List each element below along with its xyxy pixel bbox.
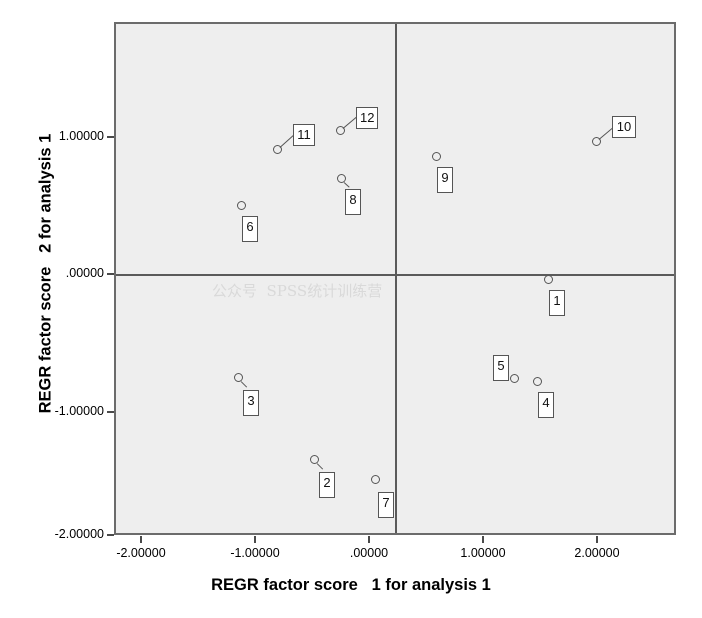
leader-line-3: [240, 381, 248, 388]
y-ticklabel-neg1: -1.00000: [54, 404, 104, 418]
y-ticklabel-neg2: -2.00000: [54, 527, 104, 541]
x-tick-0: [368, 536, 370, 543]
leader-line-8: [343, 182, 350, 188]
y-tick-1: [107, 136, 114, 138]
data-point-4[interactable]: [532, 376, 542, 386]
y-ticklabel-1: 1.00000: [58, 129, 104, 143]
point-label-11[interactable]: 11: [293, 124, 315, 146]
data-point-6[interactable]: [236, 200, 246, 210]
data-point-7[interactable]: [370, 474, 380, 484]
point-label-12[interactable]: 12: [356, 107, 378, 129]
y-ticklabel-0: .00000: [65, 266, 104, 280]
x-axis-title: REGR factor score 1 for analysis 1: [211, 576, 491, 594]
x-tick-2: [596, 536, 598, 543]
point-label-9[interactable]: 9: [437, 167, 453, 193]
watermark-text: 公众号 SPSS统计训练营: [212, 282, 383, 300]
y-tick-neg2: [107, 534, 114, 536]
point-label-3[interactable]: 3: [243, 390, 259, 416]
data-point-5[interactable]: [509, 373, 519, 383]
data-point-1[interactable]: [543, 274, 553, 284]
x-ticklabel-neg2: -2.00000: [116, 546, 166, 560]
y-tick-neg1: [107, 411, 114, 413]
y-tick-0: [107, 273, 114, 275]
point-label-5[interactable]: 5: [493, 355, 509, 381]
point-label-10[interactable]: 10: [612, 116, 636, 138]
x-tick-neg2: [140, 536, 142, 543]
reference-line-horizontal: [116, 274, 674, 276]
leader-line-2: [316, 463, 324, 470]
y-axis-title: REGR factor score 2 for analysis 1: [36, 133, 55, 414]
point-label-4[interactable]: 4: [538, 392, 554, 418]
x-ticklabel-2: 2.00000: [574, 546, 620, 560]
plot-area: 12 11 10 9 8 6 1 5 4 3 2 7 公众号 SPSS统计训练营: [114, 22, 676, 535]
x-tick-neg1: [254, 536, 256, 543]
x-ticklabel-0: .00000: [349, 546, 389, 560]
point-label-2[interactable]: 2: [319, 472, 335, 498]
reference-line-vertical: [395, 24, 397, 533]
point-label-8[interactable]: 8: [345, 189, 361, 215]
x-tick-1: [482, 536, 484, 543]
x-ticklabel-1: 1.00000: [460, 546, 506, 560]
point-label-7[interactable]: 7: [378, 492, 394, 518]
data-point-9[interactable]: [431, 151, 441, 161]
point-label-1[interactable]: 1: [549, 290, 565, 316]
x-ticklabel-neg1: -1.00000: [230, 546, 280, 560]
scatterplot-figure: 12 11 10 9 8 6 1 5 4 3 2 7 公众号 SPSS统计训练营…: [0, 0, 702, 618]
point-label-6[interactable]: 6: [242, 216, 258, 242]
